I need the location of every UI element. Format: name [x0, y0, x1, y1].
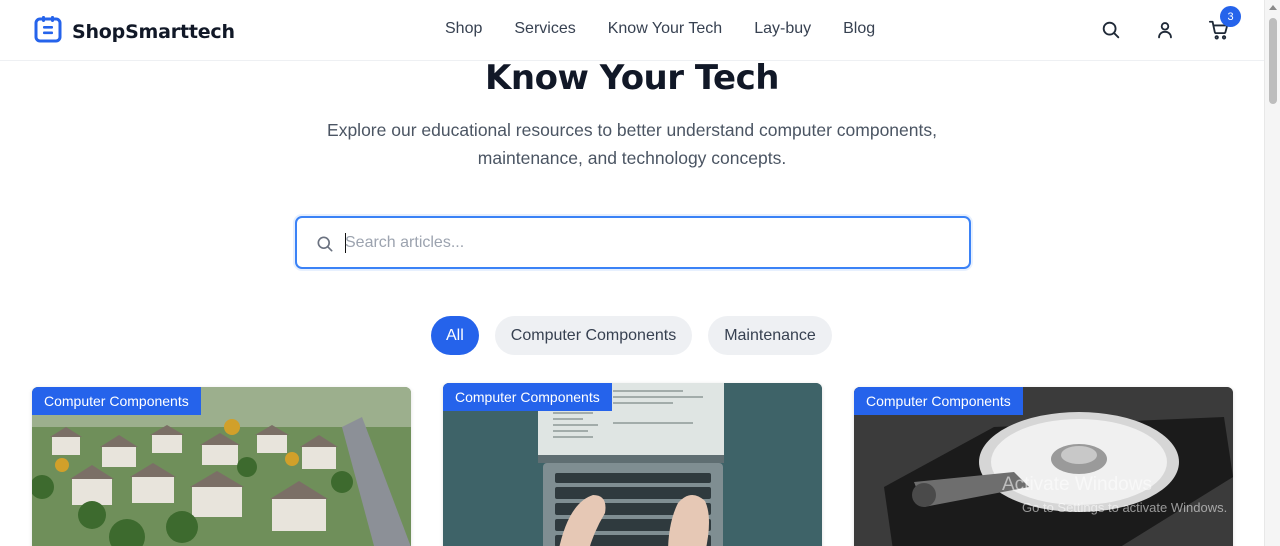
- user-icon: [1158, 22, 1172, 39]
- cart-count-badge: 3: [1220, 6, 1241, 27]
- activate-windows-hint: Go to Settings to activate Windows.: [1022, 500, 1228, 515]
- nav-link-blog[interactable]: Blog: [843, 20, 875, 38]
- cart-button[interactable]: 3: [1207, 6, 1241, 42]
- brand-logo-link[interactable]: ShopSmarttech: [33, 14, 235, 49]
- activate-windows-watermark: Activate Windows: [1002, 474, 1152, 495]
- site-header: ShopSmarttech Shop Services Know Your Te…: [0, 0, 1264, 61]
- search-button[interactable]: [1099, 18, 1123, 42]
- scroll-up-arrow-icon[interactable]: [1269, 5, 1277, 10]
- page-scrollbar[interactable]: [1264, 0, 1280, 546]
- article-card[interactable]: Computer Components: [32, 387, 411, 546]
- store-logo-icon: [33, 14, 63, 49]
- nav-link-shop[interactable]: Shop: [445, 20, 482, 38]
- page-title: Know Your Tech: [485, 58, 779, 98]
- nav-link-know-your-tech[interactable]: Know Your Tech: [608, 20, 722, 38]
- scrollbar-thumb[interactable]: [1269, 18, 1277, 104]
- account-button[interactable]: [1153, 18, 1177, 42]
- filter-maintenance[interactable]: Maintenance: [708, 316, 832, 355]
- header-actions: 3: [1099, 6, 1241, 42]
- main-nav: Shop Services Know Your Tech Lay-buy Blo…: [445, 20, 875, 38]
- category-filters: All Computer Components Maintenance: [431, 316, 832, 355]
- filter-computer-components[interactable]: Computer Components: [494, 316, 693, 355]
- article-card[interactable]: Computer Components: [854, 387, 1233, 546]
- card-category-tag: Computer Components: [443, 383, 612, 411]
- search-icon: [315, 234, 335, 259]
- article-search-box[interactable]: [295, 216, 971, 269]
- search-input[interactable]: [345, 231, 945, 255]
- search-icon: [1102, 21, 1120, 39]
- nav-link-lay-buy[interactable]: Lay-buy: [754, 20, 811, 38]
- card-category-tag: Computer Components: [32, 387, 201, 415]
- page-subtitle: Explore our educational resources to bet…: [327, 120, 937, 168]
- brand-name: ShopSmarttech: [72, 20, 235, 43]
- article-card[interactable]: Computer Components: [443, 383, 822, 546]
- nav-link-services[interactable]: Services: [514, 20, 575, 38]
- filter-all[interactable]: All: [431, 316, 479, 355]
- card-category-tag: Computer Components: [854, 387, 1023, 415]
